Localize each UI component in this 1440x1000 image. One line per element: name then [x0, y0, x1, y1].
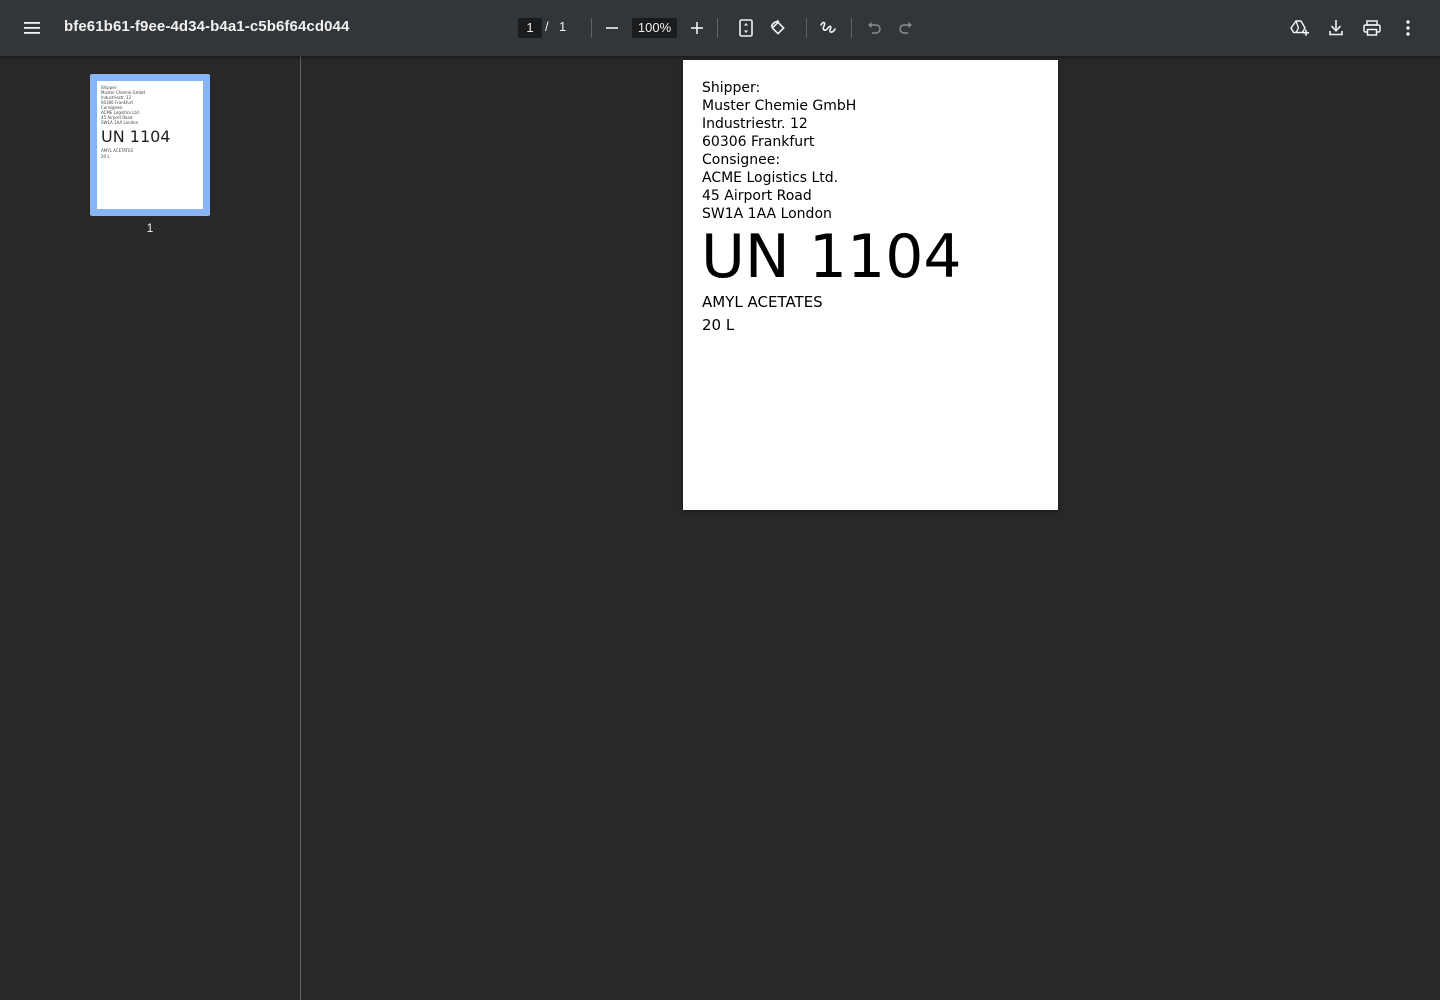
menu-icon[interactable]	[16, 12, 48, 44]
thumbnail-text: AMYL ACETATES	[101, 148, 134, 153]
toolbar-divider	[851, 18, 852, 38]
add-to-drive-button[interactable]	[1284, 12, 1316, 44]
thumbnail-text: 20 L	[101, 154, 110, 159]
print-icon	[1363, 20, 1381, 36]
thumbnail-sidebar: Shipper: Muster Chemie GmbH Industriestr…	[0, 56, 301, 1000]
redo-button[interactable]	[890, 12, 922, 44]
consignee-heading: Consignee:	[702, 152, 781, 168]
undo-icon	[868, 22, 881, 34]
undo-button[interactable]	[858, 12, 890, 44]
pdf-toolbar: bfe61b61-f9ee-4d34-b4a1-c5b6f64cd044 1 /…	[0, 0, 1440, 56]
thumbnail-page-preview: Shipper: Muster Chemie GmbH Industriestr…	[97, 81, 203, 209]
annotate-button[interactable]	[812, 12, 844, 44]
add-to-drive-icon	[1290, 20, 1309, 36]
toolbar-divider	[591, 18, 592, 38]
draw-icon	[820, 21, 836, 33]
download-icon	[1329, 20, 1343, 36]
page-number-input[interactable]: 1	[518, 18, 542, 38]
shipper-name: Muster Chemie GmbH	[702, 98, 857, 114]
redo-icon	[899, 22, 912, 34]
thumbnail-text: SW1A 1AA London	[101, 120, 139, 125]
minus-icon	[606, 27, 618, 29]
shipper-heading: Shipper:	[702, 80, 761, 96]
un-number: UN 1104	[701, 222, 962, 292]
thumbnail-un-number: UN 1104	[101, 127, 171, 146]
page-total: 1	[559, 19, 567, 34]
zoom-out-button[interactable]	[596, 12, 628, 44]
thumbnail-page-number: 1	[146, 221, 154, 235]
pdf-page: Shipper: Muster Chemie GmbH Industriestr…	[683, 60, 1058, 510]
quantity: 20 L	[702, 316, 735, 334]
page-separator: /	[545, 19, 549, 34]
fit-page-icon	[739, 19, 753, 37]
document-title: bfe61b61-f9ee-4d34-b4a1-c5b6f64cd044	[64, 18, 350, 35]
plus-icon	[691, 22, 703, 34]
fit-page-button[interactable]	[730, 12, 762, 44]
print-button[interactable]	[1356, 12, 1388, 44]
shipper-street: Industriestr. 12	[702, 116, 808, 132]
document-viewer[interactable]: Shipper: Muster Chemie GmbH Industriestr…	[301, 56, 1440, 1000]
more-options-button[interactable]	[1392, 12, 1424, 44]
consignee-street: 45 Airport Road	[702, 188, 812, 204]
more-vert-icon	[1406, 20, 1410, 36]
toolbar-divider	[717, 18, 718, 38]
shipper-city: 60306 Frankfurt	[702, 134, 815, 150]
consignee-name: ACME Logistics Ltd.	[702, 170, 839, 186]
address-block: Shipper: Muster Chemie GmbH Industriestr…	[702, 79, 856, 223]
zoom-in-button[interactable]	[681, 12, 713, 44]
download-button[interactable]	[1320, 12, 1352, 44]
toolbar-divider	[806, 18, 807, 38]
page-thumbnail[interactable]: Shipper: Muster Chemie GmbH Industriestr…	[90, 74, 210, 216]
zoom-input[interactable]: 100%	[632, 18, 677, 38]
rotate-icon	[770, 19, 785, 35]
substance-name: AMYL ACETATES	[702, 293, 823, 311]
rotate-button[interactable]	[762, 12, 794, 44]
